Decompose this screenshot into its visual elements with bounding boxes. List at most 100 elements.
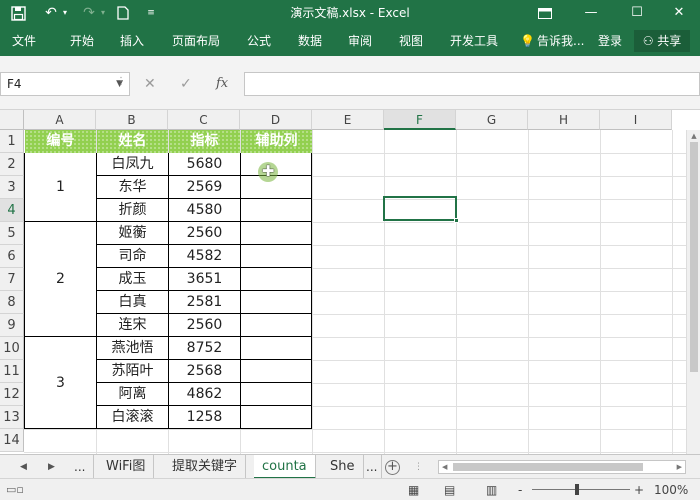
value-cell[interactable]: 4582 xyxy=(169,245,240,268)
value-cell[interactable]: 3651 xyxy=(169,268,240,291)
helper-cell[interactable] xyxy=(241,314,312,337)
tab-insert[interactable]: 插入 xyxy=(120,26,144,56)
add-sheet-button[interactable]: + xyxy=(385,460,400,475)
column-header-c[interactable]: C xyxy=(168,110,240,130)
row-header-active[interactable]: 4 xyxy=(0,199,24,222)
group-id-cell[interactable]: 3 xyxy=(25,337,96,429)
column-header-e[interactable]: E xyxy=(312,110,384,130)
row-header[interactable]: 8 xyxy=(0,291,24,314)
name-cell[interactable]: 司命 xyxy=(97,245,168,268)
column-header-b[interactable]: B xyxy=(96,110,168,130)
close-icon[interactable]: ✕ xyxy=(656,0,700,26)
page-layout-view-icon[interactable]: ▤ xyxy=(444,479,455,500)
helper-cell[interactable] xyxy=(241,222,312,245)
tab-file[interactable]: 文件 xyxy=(12,26,36,56)
zoom-slider[interactable] xyxy=(532,489,630,490)
column-header-f[interactable]: F xyxy=(384,110,456,130)
helper-cell[interactable] xyxy=(241,337,312,360)
name-cell[interactable]: 成玉 xyxy=(97,268,168,291)
sheet-tab-she[interactable]: She xyxy=(322,455,364,479)
name-cell[interactable]: 姬蘅 xyxy=(97,222,168,245)
tab-view[interactable]: 视图 xyxy=(399,26,423,56)
zoom-out-button[interactable]: - xyxy=(518,479,522,500)
row-header[interactable]: 13 xyxy=(0,406,24,429)
insert-function-icon[interactable]: fx xyxy=(216,72,228,96)
tabbar-splitter-icon[interactable]: ⋮ xyxy=(414,455,423,479)
enter-icon[interactable]: ✓ xyxy=(180,72,192,96)
selected-cell-f4[interactable] xyxy=(383,196,459,223)
name-cell[interactable]: 阿离 xyxy=(97,383,168,406)
helper-cell[interactable] xyxy=(241,406,312,429)
zoom-in-button[interactable]: + xyxy=(634,479,644,500)
header-cell-metric[interactable]: 指标 xyxy=(169,130,240,153)
tab-page-layout[interactable]: 页面布局 xyxy=(172,26,220,56)
value-cell[interactable]: 4862 xyxy=(169,383,240,406)
sheet-tabs-more[interactable]: ... xyxy=(362,455,383,479)
horizontal-scrollbar[interactable]: ◀ ▶ xyxy=(438,460,686,474)
name-cell[interactable]: 折颜 xyxy=(97,199,168,222)
scroll-up-icon[interactable]: ▲ xyxy=(687,132,700,140)
column-header-d[interactable]: D xyxy=(240,110,312,130)
name-cell[interactable]: 白滚滚 xyxy=(97,406,168,429)
name-box[interactable]: F4 ▼ xyxy=(0,72,130,96)
group-id-cell[interactable]: 2 xyxy=(25,222,96,337)
header-cell-helper[interactable]: 辅助列 xyxy=(241,130,312,153)
zoom-slider-thumb[interactable] xyxy=(575,484,579,495)
value-cell[interactable]: 2560 xyxy=(169,314,240,337)
column-header-i[interactable]: I xyxy=(600,110,672,130)
ribbon-display-icon[interactable] xyxy=(522,0,568,26)
tab-developer[interactable]: 开发工具 xyxy=(450,26,498,56)
row-header[interactable]: 14 xyxy=(0,429,24,452)
formula-input[interactable] xyxy=(244,72,700,96)
value-cell[interactable]: 2581 xyxy=(169,291,240,314)
horizontal-scroll-thumb[interactable] xyxy=(453,463,643,471)
value-cell[interactable]: 4580 xyxy=(169,199,240,222)
tab-review[interactable]: 审阅 xyxy=(348,26,372,56)
helper-cell[interactable] xyxy=(241,360,312,383)
value-cell[interactable]: 2569 xyxy=(169,176,240,199)
value-cell[interactable]: 5680 xyxy=(169,153,240,176)
group-id-cell[interactable]: 1 xyxy=(25,153,96,222)
row-header[interactable]: 10 xyxy=(0,337,24,360)
name-cell[interactable]: 白真 xyxy=(97,291,168,314)
scroll-right-icon[interactable]: ▶ xyxy=(677,461,682,473)
row-header[interactable]: 11 xyxy=(0,360,24,383)
scroll-left-icon[interactable]: ◀ xyxy=(442,461,447,473)
row-header[interactable]: 9 xyxy=(0,314,24,337)
sheet-tab-wifi[interactable]: WiFi图 xyxy=(98,455,155,479)
prev-sheet-icon[interactable]: ◀ xyxy=(20,455,27,479)
header-cell-name[interactable]: 姓名 xyxy=(97,130,168,153)
row-header[interactable]: 6 xyxy=(0,245,24,268)
select-all-corner[interactable] xyxy=(0,110,24,130)
minimize-icon[interactable]: — xyxy=(568,0,614,26)
value-cell[interactable]: 2568 xyxy=(169,360,240,383)
resize-handle-icon[interactable]: ⋮ xyxy=(116,76,126,87)
name-cell[interactable]: 连宋 xyxy=(97,314,168,337)
sheet-tabs-ellipsis[interactable]: ... xyxy=(66,455,95,479)
helper-cell[interactable] xyxy=(241,383,312,406)
share-button[interactable]: ⚇ 共享 xyxy=(634,30,690,52)
name-cell[interactable]: 东华 xyxy=(97,176,168,199)
row-header[interactable]: 1 xyxy=(0,130,24,153)
vertical-scrollbar[interactable]: ▲ xyxy=(686,130,700,454)
column-header-g[interactable]: G xyxy=(456,110,528,130)
name-cell[interactable]: 苏陌叶 xyxy=(97,360,168,383)
helper-cell[interactable] xyxy=(241,291,312,314)
value-cell[interactable]: 2560 xyxy=(169,222,240,245)
helper-cell[interactable] xyxy=(241,268,312,291)
zoom-level[interactable]: 100% xyxy=(654,479,688,500)
name-cell[interactable]: 白凤九 xyxy=(97,153,168,176)
column-header-h[interactable]: H xyxy=(528,110,600,130)
helper-cell[interactable] xyxy=(241,199,312,222)
helper-cell[interactable] xyxy=(241,245,312,268)
maximize-icon[interactable]: ☐ xyxy=(614,0,660,26)
login-link[interactable]: 登录 xyxy=(598,26,622,56)
cancel-icon[interactable]: ✕ xyxy=(144,72,156,96)
fill-handle[interactable] xyxy=(454,218,459,223)
tab-home[interactable]: 开始 xyxy=(70,26,94,56)
tab-formulas[interactable]: 公式 xyxy=(247,26,271,56)
value-cell[interactable]: 8752 xyxy=(169,337,240,360)
spreadsheet-grid[interactable]: A B C D E F G H I 1 2 3 4 5 6 7 8 9 10 1… xyxy=(0,110,700,454)
tab-data[interactable]: 数据 xyxy=(298,26,322,56)
page-break-view-icon[interactable]: ▥ xyxy=(486,479,497,500)
